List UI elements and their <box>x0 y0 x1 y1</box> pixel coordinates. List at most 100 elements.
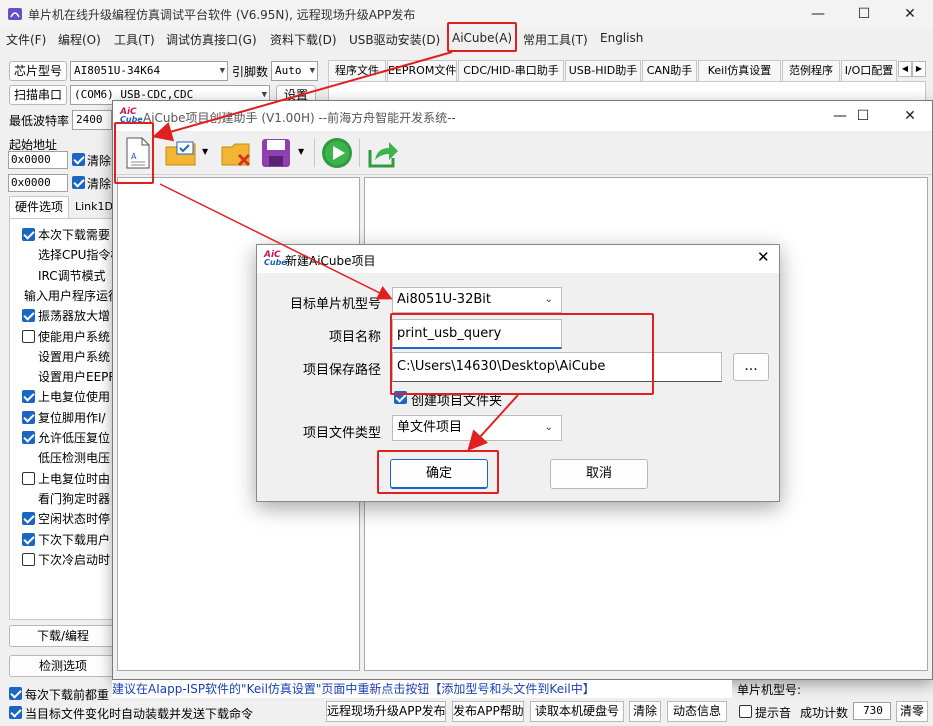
start-address-input-2[interactable]: 0x0000 <box>8 174 68 192</box>
tab-usb-hid[interactable]: USB-HID助手 <box>565 60 641 81</box>
pin-count-select[interactable]: Auto ▼ <box>271 61 318 81</box>
option-label[interactable]: 选择CPU指令核 <box>38 246 112 263</box>
export-icon[interactable] <box>367 138 399 168</box>
aicube-title-bar: AiC Cube AiCube项目创建助手 (V1.00H) --前海方舟智能开发… <box>113 101 932 131</box>
save-icon[interactable] <box>261 138 291 168</box>
tab-link1d[interactable]: Link1D <box>72 198 116 218</box>
file-type-value: 单文件项目 <box>397 420 463 435</box>
clear-button[interactable]: 清除 <box>629 701 661 722</box>
option-label[interactable]: 输入用户程序运行 <box>24 287 112 304</box>
option-label: 振荡器放大增 <box>38 309 111 324</box>
option-checkbox[interactable] <box>22 390 35 404</box>
option-checkbox[interactable] <box>22 228 35 241</box>
maximize-button[interactable]: ☐ <box>841 0 887 28</box>
clear-checkbox-1[interactable] <box>72 153 85 166</box>
ok-button-highlight <box>377 450 499 494</box>
menu-common-tools[interactable]: 常用工具(T) <box>523 31 588 48</box>
success-count-label: 成功计数 <box>800 706 849 720</box>
option-checkbox[interactable] <box>22 532 35 546</box>
new-file-highlight <box>114 122 154 184</box>
tab-cdc-serial[interactable]: CDC/HID-串口助手 <box>458 60 564 81</box>
option-checkbox[interactable] <box>22 512 35 526</box>
aicube-maximize-button[interactable]: ☐ <box>840 101 886 131</box>
run-icon[interactable] <box>321 137 353 169</box>
menu-download[interactable]: 资料下载(D) <box>270 31 337 48</box>
option-label: 使能用户系统 <box>38 329 111 344</box>
tab-examples[interactable]: 范例程序 <box>782 60 840 81</box>
baud-rate-value: 2400 <box>76 113 103 126</box>
reset-count-button[interactable]: 清零 <box>896 701 928 722</box>
tab-can[interactable]: CAN助手 <box>642 60 697 81</box>
browse-button[interactable]: ... <box>733 353 769 381</box>
option-label[interactable]: 看门狗定时器 <box>38 490 112 507</box>
open-dropdown-icon[interactable]: ▼ <box>202 147 208 156</box>
option-label[interactable]: 设置用户系统 <box>38 348 112 365</box>
success-count-value: 730 <box>853 702 891 720</box>
cancel-button[interactable]: 取消 <box>550 459 648 489</box>
tab-scroll-left-button[interactable]: ◀ <box>898 61 912 77</box>
dynamic-info-button[interactable]: 动态信息 <box>667 701 727 722</box>
toolbar-divider <box>359 139 360 167</box>
aicube-close-button[interactable]: ✕ <box>887 101 933 131</box>
menu-file[interactable]: 文件(F) <box>6 31 46 48</box>
option-label: 空闲状态时停 <box>38 512 111 527</box>
auto-reload-checkbox[interactable] <box>9 706 22 719</box>
chevron-down-icon: ▼ <box>219 66 225 76</box>
file-type-select[interactable]: 单文件项目 ⌄ <box>392 415 562 441</box>
tab-keil-settings[interactable]: Keil仿真设置 <box>698 60 781 81</box>
chip-type-select[interactable]: AI8051U-34K64 ▼ <box>70 61 228 81</box>
option-label: 允许低压复位 <box>38 431 111 445</box>
menu-debug[interactable]: 调试仿真接口(G) <box>166 31 257 48</box>
target-mcu-label: 目标单片机型号 <box>289 297 381 312</box>
option-label[interactable]: 设置用户EEPR <box>38 368 112 385</box>
target-mcu-select[interactable]: Ai8051U-32Bit ⌄ <box>392 287 562 313</box>
baud-rate-label: 最低波特率 <box>9 114 70 128</box>
baud-rate-select[interactable]: 2400 <box>72 110 112 130</box>
option-label: 复位脚用作I/ <box>38 410 106 425</box>
read-disk-id-button[interactable]: 读取本机硬盘号 <box>530 701 624 722</box>
tab-eeprom-file[interactable]: EEPROM文件 <box>387 60 457 81</box>
project-name-label: 项目名称 <box>328 330 381 345</box>
tab-hardware-options[interactable]: 硬件选项 <box>9 196 69 218</box>
aicube-logo-icon: AiC Cube <box>264 250 287 267</box>
option-label[interactable]: 低压检测电压 <box>38 449 112 466</box>
reload-before-download-checkbox[interactable] <box>9 687 22 700</box>
option-label[interactable]: IRC调节模式 <box>38 267 112 284</box>
menu-program[interactable]: 编程(O) <box>58 31 101 48</box>
publish-help-button[interactable]: 发布APP帮助 <box>452 701 524 722</box>
menu-english[interactable]: English <box>600 31 643 45</box>
option-checkbox[interactable] <box>22 431 35 444</box>
reload-before-download-label: 每次下载前都重 <box>25 688 110 702</box>
pin-count-value: Auto <box>275 64 302 77</box>
sound-checkbox[interactable] <box>739 705 752 718</box>
minimize-button[interactable]: — <box>795 0 841 28</box>
aicube-menu-highlight <box>447 22 517 52</box>
publish-app-button[interactable]: 远程现场升级APP发布 <box>326 701 446 722</box>
chevron-down-icon: ⌄ <box>544 422 553 433</box>
tab-scroll-right-button[interactable]: ▶ <box>912 61 926 77</box>
save-dropdown-icon[interactable]: ▼ <box>298 147 304 156</box>
tab-program-file[interactable]: 程序文件 <box>328 60 386 81</box>
menu-usb-driver[interactable]: USB驱动安装(D) <box>349 31 440 48</box>
open-folder-icon[interactable] <box>165 139 197 167</box>
clear-checkbox-2[interactable] <box>72 176 85 189</box>
download-program-button[interactable]: 下载/编程 <box>9 625 117 647</box>
chip-type-value: AI8051U-34K64 <box>74 64 161 77</box>
tab-io-config[interactable]: I/O口配置 <box>841 60 897 81</box>
close-button[interactable]: ✕ <box>887 0 933 28</box>
check-options-button[interactable]: 检测选项 <box>9 655 117 677</box>
option-checkbox[interactable] <box>22 471 35 485</box>
option-checkbox[interactable] <box>22 329 35 343</box>
start-address-input-1[interactable]: 0x0000 <box>8 151 68 169</box>
option-checkbox[interactable] <box>22 309 35 323</box>
chevron-down-icon: ⌄ <box>544 294 553 305</box>
option-checkbox[interactable] <box>22 410 35 424</box>
close-project-icon[interactable] <box>221 139 253 169</box>
aicube-window-title: AiCube项目创建助手 (V1.00H) --前海方舟智能开发系统-- <box>143 111 456 125</box>
dialog-close-icon[interactable]: ✕ <box>757 248 770 266</box>
clear-label-2: 清除 <box>87 177 112 191</box>
scan-port-button[interactable]: 扫描串口 <box>9 85 67 105</box>
tab-content-area <box>328 81 926 101</box>
menu-tools[interactable]: 工具(T) <box>114 31 155 48</box>
option-checkbox[interactable] <box>22 552 35 566</box>
